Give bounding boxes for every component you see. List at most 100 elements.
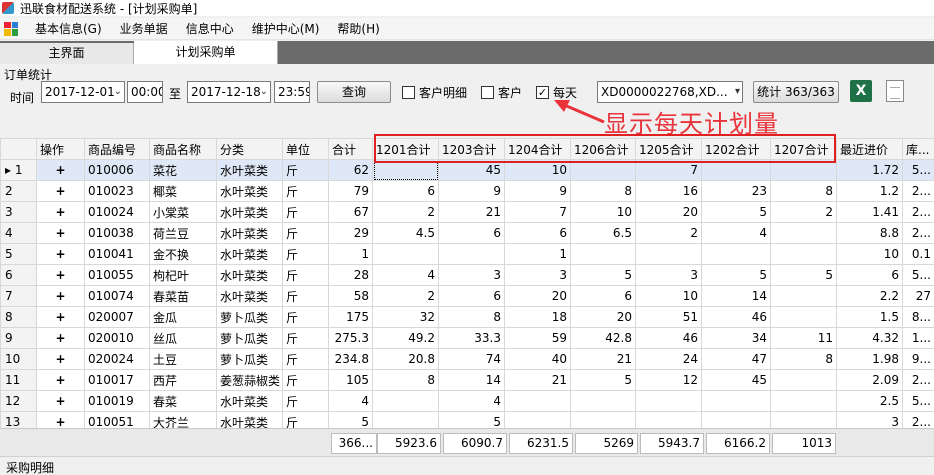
table-cell[interactable]: 23 — [701, 180, 771, 202]
table-cell[interactable]: 萝卜瓜类 — [216, 327, 283, 349]
column-header[interactable]: 最近进价 — [836, 138, 903, 160]
table-cell[interactable]: 枸杞叶 — [149, 264, 217, 286]
table-cell[interactable]: 西芹 — [149, 369, 217, 391]
row-header[interactable]: 3 — [0, 201, 37, 223]
table-cell[interactable]: 1 — [504, 243, 571, 265]
table-cell[interactable] — [701, 390, 771, 412]
expand-row-button[interactable]: + — [36, 411, 85, 428]
table-cell[interactable]: 51 — [635, 306, 702, 328]
table-row[interactable]: 5 +010041 金不换 水叶菜类斤 1 1 10 0.1 — [0, 243, 934, 265]
table-cell[interactable]: 28 — [328, 264, 373, 286]
table-cell[interactable]: 11 — [770, 327, 837, 349]
table-cell[interactable] — [570, 411, 636, 428]
table-cell[interactable]: 金不换 — [149, 243, 217, 265]
table-cell[interactable]: 3 — [635, 264, 702, 286]
table-cell[interactable]: 10 — [504, 159, 571, 181]
table-cell[interactable] — [438, 243, 505, 265]
chevron-down-icon[interactable]: ⌄ — [260, 82, 268, 102]
table-cell[interactable]: 大芥兰 — [149, 411, 217, 428]
stats-button[interactable]: 统计 363/363 — [753, 81, 839, 103]
table-cell[interactable]: 5... — [902, 264, 934, 286]
table-cell[interactable]: 010019 — [84, 390, 150, 412]
table-cell[interactable]: 1.98 — [836, 348, 903, 370]
table-cell[interactable]: 20.8 — [372, 348, 439, 370]
chevron-down-icon[interactable]: ⌄ — [114, 82, 122, 102]
table-cell[interactable]: 萝卜瓜类 — [216, 306, 283, 328]
date-from-picker[interactable]: 2017-12-01 ⌄ — [41, 81, 125, 103]
table-cell[interactable]: 4.5 — [372, 222, 439, 244]
table-cell[interactable]: 16 — [635, 180, 702, 202]
table-row[interactable]: 8 +020007 金瓜 萝卜瓜类斤 175 32 8 18 20 51 46 1.5 8... — [0, 306, 934, 328]
table-cell[interactable]: 010023 — [84, 180, 150, 202]
customer-detail-checkbox[interactable]: 客户明细 — [402, 84, 467, 101]
row-header[interactable]: 4 — [0, 222, 37, 244]
menu-basic-info[interactable]: 基本信息(G) — [26, 18, 111, 40]
table-cell[interactable]: 2... — [902, 369, 934, 391]
table-cell[interactable]: 20 — [635, 201, 702, 223]
table-cell[interactable]: 4.32 — [836, 327, 903, 349]
table-cell[interactable] — [372, 411, 439, 428]
column-header[interactable]: 单位 — [282, 138, 329, 160]
table-cell[interactable] — [770, 411, 837, 428]
table-cell[interactable]: 斤 — [282, 243, 329, 265]
table-cell[interactable]: 10 — [836, 243, 903, 265]
table-cell[interactable]: 2.09 — [836, 369, 903, 391]
customer-checkbox[interactable]: 客户 — [481, 84, 522, 101]
table-cell[interactable]: 2... — [902, 411, 934, 428]
table-cell[interactable]: 4 — [438, 390, 505, 412]
table-cell[interactable]: 斤 — [282, 180, 329, 202]
table-row[interactable]: 13 +010051 大芥兰 水叶菜类斤 5 5 3 2... — [0, 411, 934, 428]
expand-row-button[interactable]: + — [36, 264, 85, 286]
table-cell[interactable]: 1... — [902, 327, 934, 349]
table-row[interactable]: 3 +010024 小棠菜 水叶菜类斤 67 2 21 7 10 20 5 2 1.41 2... — [0, 201, 934, 223]
column-header[interactable]: 商品名称 — [149, 138, 217, 160]
table-cell[interactable]: 10 — [635, 285, 702, 307]
menu-maintenance[interactable]: 维护中心(M) — [243, 18, 329, 40]
mdi-window-icon[interactable] — [4, 21, 18, 36]
table-cell[interactable]: 020007 — [84, 306, 150, 328]
column-header[interactable]: 库... — [902, 138, 934, 160]
row-header[interactable]: 10 — [0, 348, 37, 370]
column-header[interactable]: 1204合计 — [504, 138, 571, 160]
checkbox-box[interactable] — [402, 86, 415, 99]
table-cell[interactable]: 1.5 — [836, 306, 903, 328]
table-cell[interactable]: 椰菜 — [149, 180, 217, 202]
excel-export-icon[interactable]: X — [850, 80, 872, 102]
table-cell[interactable]: 9 — [504, 180, 571, 202]
table-cell[interactable]: 斤 — [282, 159, 329, 181]
date-to-picker[interactable]: 2017-12-18 ⌄ — [187, 81, 271, 103]
table-cell[interactable]: 8 — [770, 180, 837, 202]
menu-business-docs[interactable]: 业务单据 — [111, 18, 177, 40]
table-cell[interactable]: 2... — [902, 222, 934, 244]
table-cell[interactable]: 水叶菜类 — [216, 390, 283, 412]
table-cell[interactable] — [635, 390, 702, 412]
row-header[interactable]: 7 — [0, 285, 37, 307]
table-cell[interactable]: 姜葱蒜椒类 — [216, 369, 283, 391]
table-cell[interactable]: 水叶菜类 — [216, 201, 283, 223]
table-cell[interactable]: 62 — [328, 159, 373, 181]
table-cell[interactable]: 3 — [836, 411, 903, 428]
table-cell[interactable]: 10 — [570, 201, 636, 223]
table-cell[interactable]: 8 — [372, 369, 439, 391]
checkbox-box[interactable] — [481, 86, 494, 99]
table-cell[interactable]: 5 — [438, 411, 505, 428]
table-cell[interactable] — [770, 159, 837, 181]
table-cell[interactable]: 水叶菜类 — [216, 159, 283, 181]
table-cell[interactable]: 010055 — [84, 264, 150, 286]
table-cell[interactable]: 9... — [902, 348, 934, 370]
expand-row-button[interactable]: + — [36, 243, 85, 265]
table-cell[interactable]: 105 — [328, 369, 373, 391]
table-cell[interactable]: 水叶菜类 — [216, 285, 283, 307]
table-cell[interactable] — [770, 390, 837, 412]
column-header[interactable]: 1206合计 — [570, 138, 636, 160]
table-cell[interactable]: 3 — [504, 264, 571, 286]
table-row[interactable]: ▸ 1 +010006 菜花 水叶菜类斤 62 45 10 7 1.72 5... — [0, 159, 934, 181]
table-cell[interactable]: 斤 — [282, 222, 329, 244]
table-cell[interactable]: 斤 — [282, 306, 329, 328]
column-header[interactable]: 分类 — [216, 138, 283, 160]
table-cell[interactable]: 34 — [701, 327, 771, 349]
table-cell[interactable] — [701, 159, 771, 181]
table-row[interactable]: 2 +010023 椰菜 水叶菜类斤 79 6 9 9 8 16 23 8 1.2 2... — [0, 180, 934, 202]
table-cell[interactable]: 斤 — [282, 390, 329, 412]
table-cell[interactable]: 42.8 — [570, 327, 636, 349]
